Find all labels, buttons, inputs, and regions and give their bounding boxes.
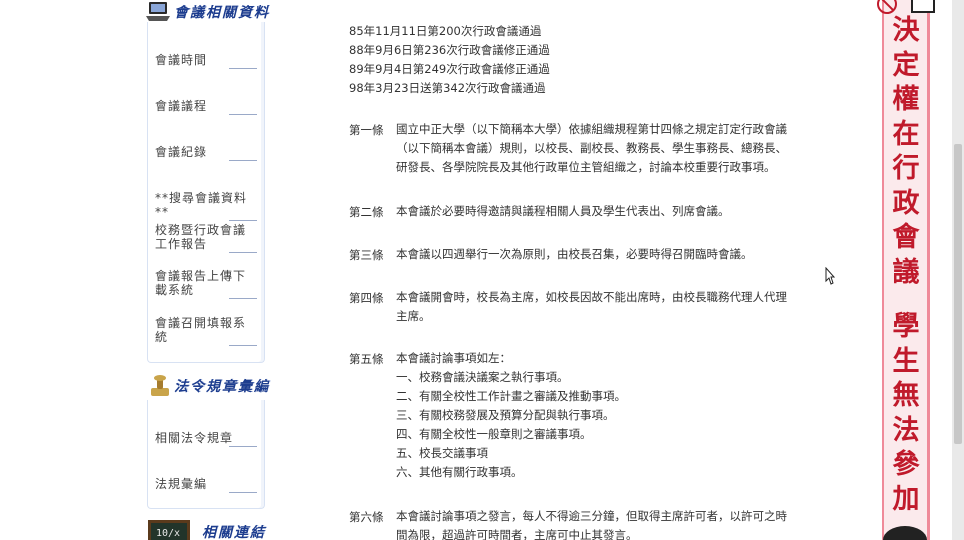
regulations-header: 法令規章彙編	[144, 374, 268, 400]
article-body: 本會議開會時，校長為主席，如校長因故不能出席時，由校長職務代理人代理 主席。	[396, 288, 787, 326]
sidebar-link-work-report[interactable]: 校務暨行政會議工作報告	[155, 223, 257, 253]
article-number: 第一條	[349, 123, 384, 137]
article-body: 本會議討論事項如左： 一、校務會議決議案之執行事項。 二、有關全校性工作計畫之審…	[396, 349, 626, 482]
article-number: 第三條	[349, 248, 384, 262]
article-line: 研發長、各學院院長及其他行政單位主管組織之，討論本校重要行政事項。	[396, 160, 776, 174]
article-line: 本會議於必要時得邀請與議程相關人員及學生代表出、列席會議。	[396, 204, 730, 218]
article-line: 本會議開會時，校長為主席，如校長因故不能出席時，由校長職務代理人代理	[396, 290, 787, 304]
page: 會議相關資料 會議時間 會議議程 會議紀錄 **搜尋會議資料** 校務暨行政會議…	[0, 0, 964, 540]
sidebar-link-meeting-fill-system[interactable]: 會議召開填報系統	[155, 316, 257, 346]
person-silhouette-icon	[883, 526, 927, 540]
article-line: 主席。	[396, 309, 431, 323]
banner-border-left	[882, 0, 884, 540]
article-line: 一、校務會議決議案之執行事項。	[396, 370, 569, 384]
sidebar-link-search-meeting[interactable]: **搜尋會議資料**	[155, 191, 257, 221]
meeting-data-header-text: 會議相關資料	[174, 5, 270, 21]
banner-char: 加	[892, 483, 920, 515]
banner-char: 無	[892, 380, 920, 411]
history-line: 89年9月4日第249次行政會議修正通過	[349, 62, 550, 76]
sidebar-link-meeting-minutes[interactable]: 會議紀錄	[155, 145, 257, 161]
article-body: 國立中正大學（以下簡稱本大學）依據組織規程第廿四條之規定訂定行政會議 （以下簡稱…	[396, 120, 787, 177]
banner-char: 會	[892, 222, 920, 253]
article-line: （以下簡稱本會議）規則，以校長、副校長、教務長、學生事務長、總務長、	[396, 141, 787, 155]
banner-char: 生	[892, 345, 920, 377]
meeting-links-panel: 會議時間 會議議程 會議紀錄 **搜尋會議資料** 校務暨行政會議工作報告 會議…	[147, 22, 265, 363]
article-body: 本會議討論事項之發言，每人不得逾三分鐘，但取得主席許可者，以許可之時 間為限，超…	[396, 507, 787, 540]
banner-gap	[886, 290, 926, 310]
banner-char: 參	[892, 449, 920, 480]
mouse-cursor-icon	[825, 267, 835, 285]
banner-vertical-text: 決 定 權 在 行 政 會 議 學 生 無 法 參 加	[886, 14, 926, 517]
article-body: 本會議於必要時得邀請與議程相關人員及學生代表出、列席會議。	[396, 202, 730, 221]
sidebar-link-meeting-agenda[interactable]: 會議議程	[155, 99, 257, 115]
article-number: 第六條	[349, 510, 384, 524]
article-body: 本會議以四週舉行一次為原則，由校長召集，必要時得召開臨時會議。	[396, 245, 753, 264]
article-number: 第五條	[349, 352, 384, 366]
banner-char: 決	[892, 15, 920, 46]
article-number: 第二條	[349, 205, 384, 219]
sidebar-link-report-upload[interactable]: 會議報告上傳下載系統	[155, 269, 257, 299]
regulations-header-text: 法令規章彙編	[174, 379, 270, 395]
banner-char: 定	[892, 49, 920, 81]
sidebar-link-meeting-time[interactable]: 會議時間	[155, 53, 257, 69]
article-line: 間為限，超過許可時間者，主席可中止其發言。	[396, 528, 638, 540]
related-links-header: 相關連結	[170, 520, 294, 540]
banner-char: 行	[892, 153, 920, 184]
article-line: 四、有關全校性一般章則之審議事項。	[396, 427, 592, 441]
scrollbar-thumb[interactable]	[954, 144, 962, 444]
regulations-links-panel: 相關法令規章 法規彙編	[147, 400, 265, 509]
article-line: 本會議討論事項之發言，每人不得逾三分鐘，但取得主席許可者，以許可之時	[396, 509, 787, 523]
related-links-header-text: 相關連結	[202, 525, 266, 540]
history-line: 98年3月23日送第342次行政會議通過	[349, 81, 546, 95]
sidebar-link-related-regulations[interactable]: 相關法令規章	[155, 431, 257, 447]
banner-char: 法	[892, 414, 920, 446]
article-number: 第四條	[349, 291, 384, 305]
history-line: 85年11月11日第200次行政會議通過	[349, 24, 542, 38]
sidebar-link-regulation-compilation[interactable]: 法規彙編	[155, 477, 257, 493]
article-line: 三、有關校務發展及預算分配與執行事項。	[396, 408, 615, 422]
article-line: 本會議討論事項如左：	[396, 351, 511, 365]
article-line: 二、有關全校性工作計畫之審議及推動事項。	[396, 389, 626, 403]
article-line: 六、其他有關行政事項。	[396, 465, 523, 479]
banner-char: 政	[892, 187, 920, 219]
article-line: 本會議以四週舉行一次為原則，由校長召集，必要時得召開臨時會議。	[396, 247, 753, 261]
article-line: 國立中正大學（以下簡稱本大學）依據組織規程第廿四條之規定訂定行政會議	[396, 122, 787, 136]
banner-char: 在	[892, 118, 920, 150]
banner-border-right	[927, 0, 930, 540]
banner-char: 權	[892, 84, 920, 115]
article-line: 五、校長交議事項	[396, 446, 488, 460]
history-line: 88年9月6日第236次行政會議修正通過	[349, 43, 550, 57]
banner-char: 學	[892, 311, 920, 342]
banner-char: 議	[892, 256, 920, 288]
